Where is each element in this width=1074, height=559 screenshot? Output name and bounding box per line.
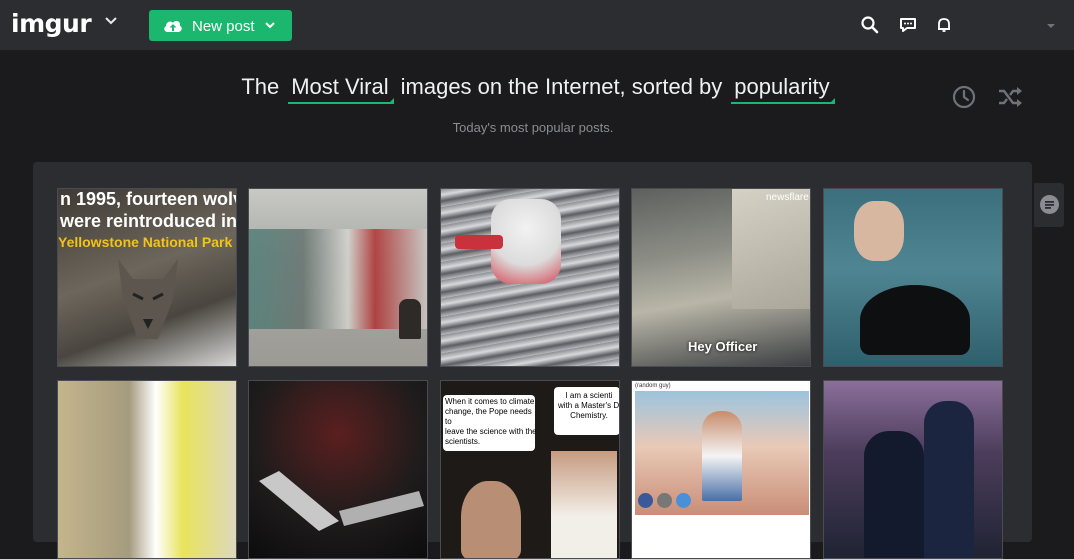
- post-thumbnail-police[interactable]: [823, 380, 1003, 559]
- speech-line: scientists.: [445, 437, 481, 446]
- facebook-share-icon[interactable]: [638, 493, 653, 508]
- new-post-button[interactable]: New post: [149, 10, 292, 41]
- imgur-logo[interactable]: imgur: [11, 9, 92, 38]
- speech-line: change, the Pope needs to: [445, 407, 532, 426]
- person-right-image: [551, 451, 617, 558]
- post-thumbnail-roller[interactable]: [440, 188, 620, 367]
- post-grid: n 1995, fourteen wolve were reintroduced…: [33, 162, 1032, 559]
- post-thumbnail-random-guy[interactable]: (random guy): [631, 380, 811, 559]
- caption-line: Yellowstone National Park: [58, 234, 233, 250]
- clock-icon[interactable]: [952, 85, 976, 109]
- black-cat-image: [860, 285, 970, 355]
- person-figure: [399, 299, 421, 339]
- comment-icon: [1040, 195, 1059, 214]
- speech-line: Chemistry.: [570, 411, 608, 420]
- cloud-upload-icon: [164, 20, 182, 32]
- section-selector[interactable]: Most Viral: [288, 72, 395, 104]
- face-image: [854, 201, 904, 261]
- speech-line: leave the science with the: [445, 427, 537, 436]
- chevron-down-icon[interactable]: [1046, 23, 1056, 29]
- post-thumbnail-store[interactable]: [248, 188, 428, 367]
- wolf-image: [118, 259, 178, 339]
- speech-line: I am a scienti: [565, 391, 613, 400]
- bell-icon[interactable]: [934, 15, 954, 35]
- search-icon[interactable]: [860, 15, 880, 35]
- red-tube: [455, 235, 503, 249]
- driver-image: [732, 189, 810, 309]
- email-share-icon[interactable]: [657, 493, 672, 508]
- caption-line: n 1995, fourteen wolve: [60, 189, 237, 209]
- officer-figure: [864, 431, 924, 558]
- post-thumbnail-machine[interactable]: [248, 380, 428, 559]
- gif-caption: Hey Officer: [688, 339, 758, 354]
- man-figure: [702, 411, 742, 501]
- machine-image: [259, 471, 424, 531]
- speech-text-right: I am a scienti with a Master's De Chemis…: [558, 391, 620, 421]
- speech-line: When it comes to climate: [445, 397, 535, 406]
- chevron-down-icon[interactable]: [264, 21, 276, 31]
- person-left-image: [461, 481, 521, 558]
- post-thumbnail-anime[interactable]: [57, 380, 237, 559]
- headline-prefix: The: [241, 74, 280, 99]
- speech-line: with a Master's De: [558, 401, 620, 410]
- tag-label: (random guy): [635, 383, 671, 389]
- post-thumbnail-cat[interactable]: [823, 188, 1003, 367]
- sort-selector[interactable]: popularity: [731, 72, 836, 104]
- speech-text-left: When it comes to climate change, the Pop…: [443, 395, 539, 449]
- page-subtitle: Today's most popular posts.: [452, 120, 614, 135]
- post-thumbnail-wolves[interactable]: n 1995, fourteen wolve were reintroduced…: [57, 188, 237, 367]
- headline-middle: images on the Internet, sorted by: [400, 74, 723, 99]
- officer-figure: [924, 401, 974, 558]
- watermark-label: newsflare: [766, 192, 809, 203]
- link-share-icon[interactable]: [676, 493, 691, 508]
- shuffle-icon[interactable]: [997, 86, 1023, 108]
- post-thumbnail-officer[interactable]: newsflare Hey Officer: [631, 188, 811, 367]
- chat-icon[interactable]: [898, 15, 918, 35]
- top-navigation-bar: imgur New post: [0, 0, 1074, 50]
- comments-side-tab[interactable]: [1034, 183, 1064, 227]
- chevron-down-icon[interactable]: [104, 14, 118, 28]
- new-post-label: New post: [192, 18, 255, 35]
- caption-line: were reintroduced in: [60, 211, 237, 231]
- post-thumbnail-meme[interactable]: When it comes to climate change, the Pop…: [440, 380, 620, 559]
- page-headline: The Most Viral images on the Internet, sor…: [0, 72, 1074, 104]
